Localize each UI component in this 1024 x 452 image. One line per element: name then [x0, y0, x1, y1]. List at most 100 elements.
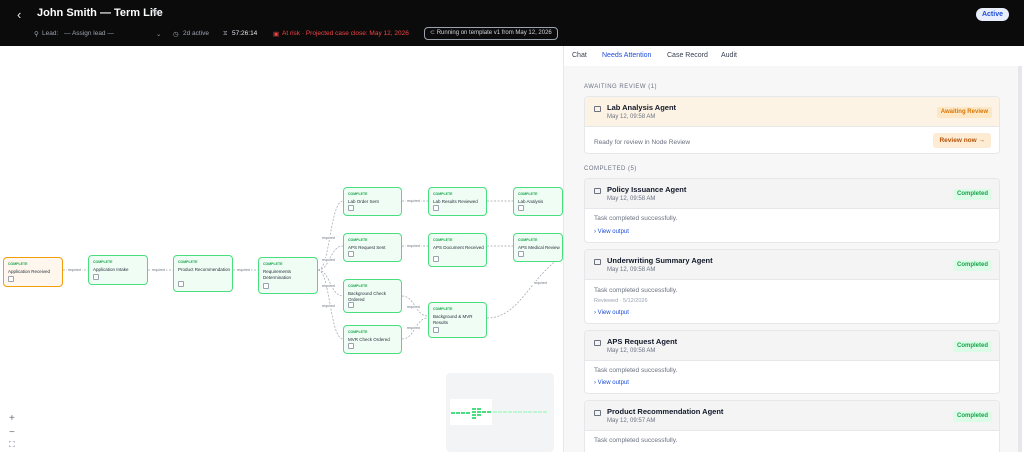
- zoom-out-button[interactable]: −: [9, 427, 15, 438]
- node-status: COMPLETE: [518, 238, 538, 242]
- workflow-node[interactable]: COMPLETE APS Medical Review: [513, 233, 563, 262]
- attention-card: Underwriting Summary Agent May 12, 09:58…: [584, 249, 1000, 324]
- tab-needs-attention[interactable]: Needs Attention: [602, 52, 651, 59]
- card-message: Task completed successfully.: [594, 437, 678, 444]
- node-icon: [518, 251, 524, 257]
- edge-label: required: [151, 268, 166, 272]
- edge-label: required: [67, 268, 82, 272]
- agent-time: May 12, 09:58 AM: [607, 114, 656, 120]
- pencil-icon[interactable]: ✎: [151, 8, 159, 19]
- user-icon: ⚲: [34, 31, 39, 38]
- node-status: COMPLETE: [348, 284, 368, 288]
- back-button[interactable]: ‹: [17, 7, 21, 22]
- node-status: COMPLETE: [433, 307, 453, 311]
- status-badge: Completed: [952, 341, 992, 352]
- workflow-node[interactable]: COMPLETE APS Document Received: [428, 233, 487, 267]
- fit-view-button[interactable]: ⛶: [9, 440, 15, 450]
- node-icon: [263, 283, 269, 289]
- workflow-node[interactable]: COMPLETE Application Received: [3, 257, 63, 287]
- edge-label: required: [321, 304, 336, 308]
- card-header: [585, 179, 999, 209]
- card-message: Task completed successfully.: [594, 367, 678, 374]
- node-status: COMPLETE: [8, 262, 28, 266]
- node-label: MVR Check Ordered: [348, 337, 390, 342]
- minimap-graph: [450, 399, 547, 425]
- view-output-link[interactable]: › View output: [594, 310, 629, 316]
- clock-icon: ◷: [173, 31, 179, 38]
- template-icon: ⊂: [430, 30, 436, 36]
- workflow-node[interactable]: COMPLETE Product Recommendation: [173, 255, 233, 292]
- workflow-node[interactable]: COMPLETE APS Request Sent: [343, 233, 402, 262]
- edge-label: required: [236, 268, 251, 272]
- node-status: COMPLETE: [178, 260, 198, 264]
- attention-list[interactable]: AWAITING REVIEW (1) Lab Analysis Agent M…: [564, 66, 1019, 452]
- agent-time: May 12, 09:58 AM: [607, 348, 656, 354]
- minimap[interactable]: [446, 373, 554, 452]
- card-message: Task completed successfully.: [594, 215, 678, 222]
- agent-name: Underwriting Summary Agent: [607, 256, 713, 265]
- node-status: COMPLETE: [433, 192, 453, 196]
- template-pill[interactable]: ⊂ Running on template v1 from May 12, 20…: [424, 27, 558, 40]
- agent-name: Lab Analysis Agent: [607, 103, 677, 112]
- reviewed-note: Reviewed · 5/12/2026: [594, 298, 648, 304]
- tab-chat[interactable]: Chat: [572, 52, 587, 59]
- edge-label: required: [321, 236, 336, 240]
- view-output-link[interactable]: › View output: [594, 380, 629, 386]
- workflow-node[interactable]: COMPLETE Lab Results Reviewed: [428, 187, 487, 216]
- edge-label: required: [406, 305, 421, 309]
- node-icon: [348, 251, 354, 257]
- view-output-label: View output: [597, 310, 629, 316]
- zoom-in-button[interactable]: +: [9, 413, 15, 424]
- case-timer: 57:26:14: [232, 30, 258, 37]
- attention-card: Product Recommendation Agent May 12, 09:…: [584, 400, 1000, 452]
- lead-label: Lead:: [42, 30, 59, 37]
- workflow-canvas[interactable]: COMPLETE Application Received COMPLETE A…: [0, 46, 563, 452]
- node-icon: [518, 205, 524, 211]
- tab-case-record[interactable]: Case Record: [667, 52, 708, 59]
- panel-scrollbar[interactable]: [1018, 66, 1022, 452]
- node-label: Product Recommendation: [178, 267, 231, 272]
- node-status: COMPLETE: [348, 238, 368, 242]
- panel-tabs: Chat Needs Attention Case Record Audit: [564, 46, 1024, 66]
- edge-label: required: [406, 244, 421, 248]
- node-icon: [348, 343, 354, 349]
- node-status: COMPLETE: [348, 330, 368, 334]
- attention-card: Lab Analysis Agent May 12, 09:58 AM Awai…: [584, 96, 1000, 154]
- card-message: Task completed successfully.: [594, 287, 678, 294]
- node-status: COMPLETE: [348, 192, 368, 196]
- card-header: [585, 250, 999, 280]
- chevron-down-icon[interactable]: ⌄: [156, 30, 161, 38]
- lead-select[interactable]: — Assign lead —: [64, 30, 114, 37]
- attention-card: Policy Issuance Agent May 12, 09:58 AM C…: [584, 178, 1000, 243]
- view-output-label: View output: [597, 229, 629, 235]
- tab-audit[interactable]: Audit: [721, 52, 737, 59]
- node-status: COMPLETE: [263, 262, 283, 266]
- workflow-node[interactable]: COMPLETE Lab Order Sent: [343, 187, 402, 216]
- workflow-node[interactable]: COMPLETE Application Intake: [88, 255, 148, 285]
- node-status: COMPLETE: [518, 192, 538, 196]
- node-icon: [93, 274, 99, 280]
- edge-label: required: [321, 258, 336, 262]
- chevron-right-icon: ›: [594, 310, 596, 316]
- template-label: Running on template v1 from May 12, 2026: [436, 30, 552, 36]
- card-message: Ready for review in Node Review: [594, 139, 691, 146]
- status-badge: Completed: [952, 189, 992, 200]
- workflow-node[interactable]: COMPLETE Background Check Ordered: [343, 279, 402, 313]
- timer-icon: ⧖: [223, 30, 228, 37]
- agent-name: Policy Issuance Agent: [607, 185, 687, 194]
- node-icon: [433, 327, 439, 333]
- workflow-node[interactable]: COMPLETE Lab Analysis: [513, 187, 563, 216]
- review-now-button[interactable]: Review now →: [933, 133, 991, 148]
- completed-header: COMPLETED (5): [584, 166, 637, 172]
- card-header: [585, 331, 999, 361]
- status-badge: Completed: [952, 411, 992, 422]
- workflow-node[interactable]: COMPLETE Requirements Determination: [258, 257, 318, 294]
- workflow-node[interactable]: COMPLETE Background & MVR Results: [428, 302, 487, 338]
- edge-label: required: [406, 199, 421, 203]
- view-output-label: View output: [597, 380, 629, 386]
- view-output-link[interactable]: › View output: [594, 229, 629, 235]
- workflow-node[interactable]: COMPLETE MVR Check Ordered: [343, 325, 402, 354]
- risk-status: At risk · Projected case close: May 12, …: [282, 30, 409, 37]
- node-icon: [8, 276, 14, 282]
- node-label: Requirements Determination: [263, 269, 292, 280]
